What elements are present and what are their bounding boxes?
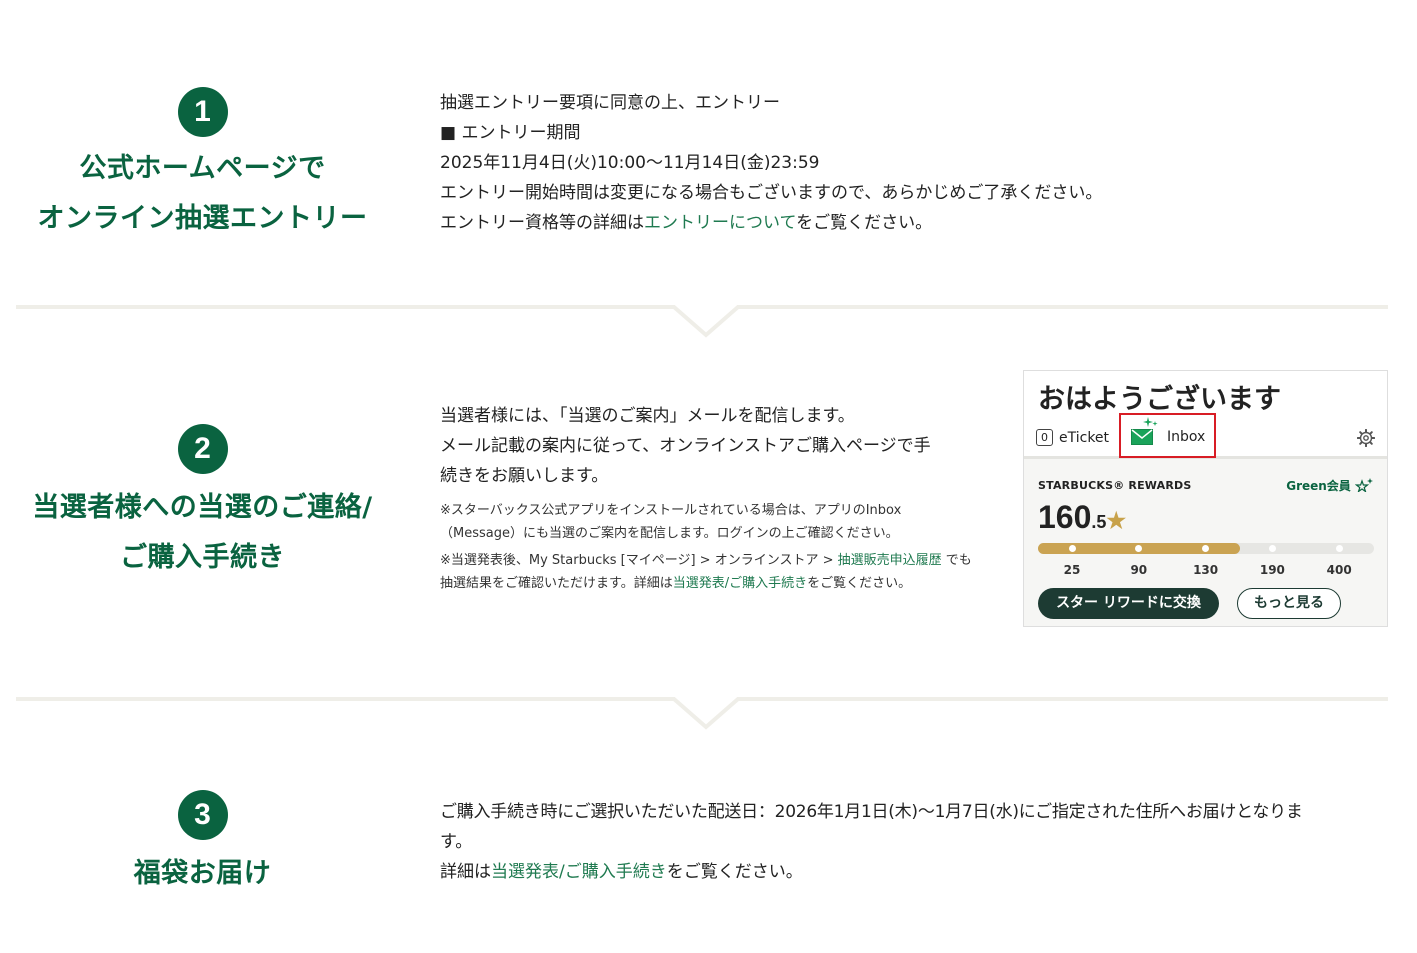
step-line: メール記載の案内に従って、オンラインストアご購入ページで手 <box>440 436 931 456</box>
announcement-purchase-link[interactable]: 当選発表/ご購入手続き <box>491 862 667 882</box>
greeting-text: おはようございます <box>1038 384 1281 415</box>
eticket-item[interactable]: 0 eTicket <box>1036 429 1109 446</box>
step-title: 当選者様への当選のご連絡/ ご購入手続き <box>32 492 373 573</box>
step-line: ご購入手続き時にご選択いただいた配送日：2026年1月1日(木)〜1月7日(水)… <box>440 802 1303 822</box>
sparkle-icon <box>1143 417 1158 427</box>
note-line: ※スターバックス公式アプリをインストールされている場合は、アプリのInbox <box>440 503 902 518</box>
step-1-heading: 1 公式ホームページで オンライン抽選エントリー <box>0 87 405 244</box>
app-card-header: おはようございます 0 eTicket Inbox <box>1024 371 1387 459</box>
app-screenshot-card: おはようございます 0 eTicket Inbox STARBUCKS® REW… <box>1023 370 1388 627</box>
progress-tick-dot <box>1068 545 1076 552</box>
announcement-purchase-link[interactable]: 当選発表/ご購入手続き <box>673 576 807 591</box>
step-line: す。 <box>440 832 473 852</box>
step-1-body: 抽選エントリー要項に同意の上、エントリー ■ エントリー期間 2025年11月4… <box>440 88 1102 238</box>
progress-tick-dot <box>1268 545 1276 552</box>
progress-tick-label: 190 <box>1259 563 1285 577</box>
see-more-button[interactable]: もっと見る <box>1237 588 1341 619</box>
progress-tick-label: 130 <box>1193 563 1219 577</box>
step-title: 福袋お届け <box>133 858 272 889</box>
eticket-count-badge: 0 <box>1036 429 1053 446</box>
notes: ※スターバックス公式アプリをインストールされている場合は、アプリのInbox （… <box>440 499 972 595</box>
note-line: （Message）にも当選のご案内を配信します。ログインの上ご確認ください。 <box>440 526 899 541</box>
step-line: ■ エントリー期間 <box>440 123 581 143</box>
step-number-badge: 2 <box>177 424 228 474</box>
lottery-history-link[interactable]: 抽選販売申込履歴 <box>838 553 942 568</box>
progress-tick-label: 90 <box>1130 563 1148 577</box>
progress-tick-dot <box>1335 545 1343 552</box>
step-3-heading: 3 福袋お届け <box>0 790 405 899</box>
star-icon: ★ <box>1106 508 1127 533</box>
stars-count: 160.5★ <box>1038 499 1127 535</box>
step-line: 2025年11月4日(火)10:00〜11月14日(金)23:59 <box>440 153 820 173</box>
step-3-body: ご購入手続き時にご選択いただいた配送日：2026年1月1日(木)〜1月7日(水)… <box>440 797 1303 887</box>
stars-progress-bar <box>1038 543 1374 554</box>
note-line: ※当選発表後、My Starbucks [マイページ] > オンラインストア >… <box>440 553 972 568</box>
step-line: 続きをお願いします。 <box>440 466 609 486</box>
step-line: エントリー開始時間は変更になる場合もございますので、あらかじめご了承ください。 <box>440 183 1103 203</box>
step-divider <box>16 305 1388 338</box>
step-number-badge: 1 <box>177 87 228 137</box>
member-level: Green会員 <box>1286 477 1375 494</box>
step-title: 公式ホームページで オンライン抽選エントリー <box>37 153 368 234</box>
stars-icon <box>1354 478 1373 494</box>
mail-icon <box>1131 429 1153 445</box>
step-line: エントリー資格等の詳細はエントリーについてをご覧ください。 <box>440 213 933 233</box>
step-line: 抽選エントリー要項に同意の上、エントリー <box>440 93 780 113</box>
eticket-label: eTicket <box>1059 429 1110 446</box>
step-line: 当選者様には、「当選のご案内」メールを配信します。 <box>440 406 855 426</box>
progress-tick-label: 400 <box>1326 563 1352 577</box>
redeem-rewards-button[interactable]: スター リワードに交換 <box>1038 588 1219 619</box>
step-divider <box>16 697 1388 730</box>
note-line: 抽選結果をご確認いただけます。詳細は当選発表/ご購入手続きをご覧ください。 <box>440 576 912 591</box>
step-2-body: 当選者様には、「当選のご案内」メールを配信します。 メール記載の案内に従って、オ… <box>440 401 972 595</box>
entry-info-link[interactable]: エントリーについて <box>644 213 796 233</box>
progress-tick-label: 25 <box>1063 563 1081 577</box>
inbox-label: Inbox <box>1167 429 1206 445</box>
step-2-heading: 2 当選者様への当選のご連絡/ ご購入手続き <box>0 424 405 583</box>
rewards-label: STARBUCKS® REWARDS <box>1038 479 1192 492</box>
step-number-badge: 3 <box>177 790 228 840</box>
step-line: 詳細は当選発表/ご購入手続きをご覧ください。 <box>440 862 803 882</box>
inbox-highlight[interactable]: Inbox <box>1119 413 1216 458</box>
gear-icon[interactable] <box>1357 429 1375 447</box>
